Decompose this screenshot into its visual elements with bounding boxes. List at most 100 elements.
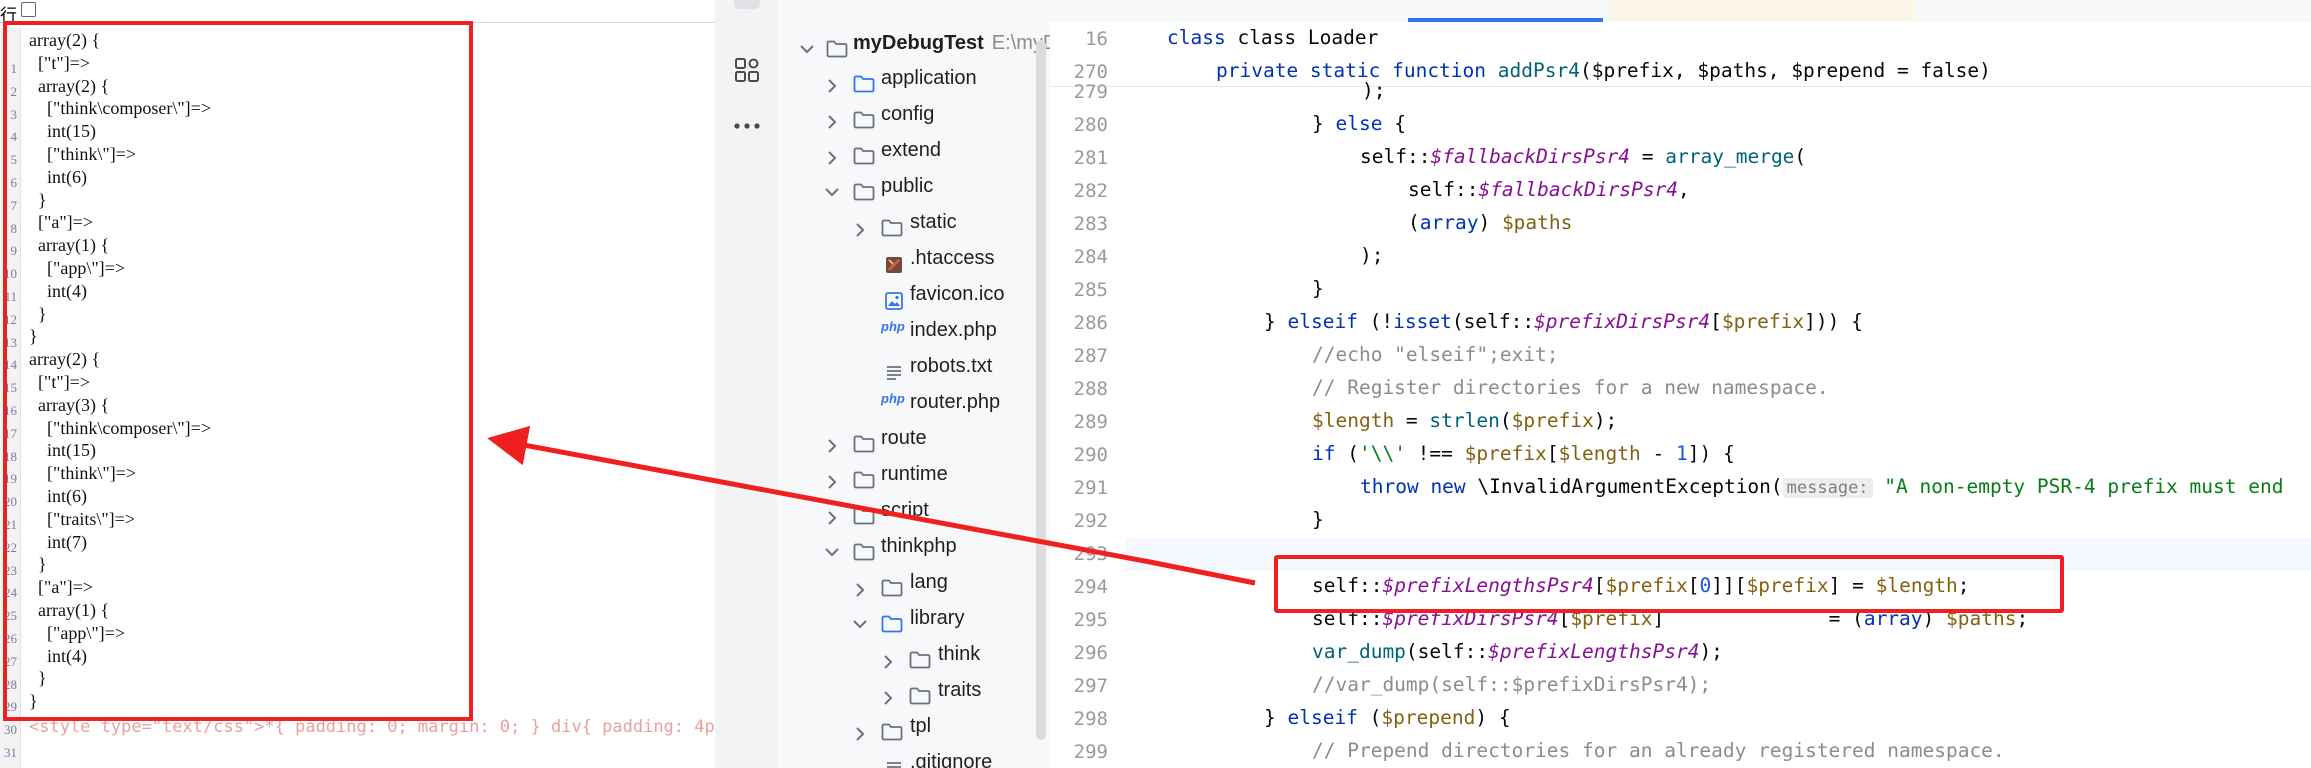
tree-item-script[interactable]: script <box>777 499 1050 533</box>
folder-icon <box>853 435 875 453</box>
source-folder-icon <box>853 75 875 93</box>
tree-label: router.php <box>910 391 1001 413</box>
chevron-right-icon[interactable] <box>882 690 894 706</box>
tree-item-tpl[interactable]: tpl <box>777 715 1050 749</box>
line-number: 292 <box>1073 510 1108 532</box>
tree-label: static <box>910 211 957 233</box>
line-number: 286 <box>1073 312 1108 334</box>
code-line: ); <box>1362 79 1386 102</box>
chevron-right-icon[interactable] <box>882 654 894 670</box>
tree-item-runtime[interactable]: runtime <box>777 463 1050 497</box>
tree-item-index-php[interactable]: php index.php <box>777 319 1050 353</box>
line-number: 284 <box>1073 246 1108 268</box>
tree-label: script <box>881 499 929 521</box>
chevron-right-icon[interactable] <box>826 150 838 166</box>
folder-icon <box>881 579 903 597</box>
more-tools-icon[interactable] <box>733 118 761 138</box>
folder-icon <box>826 40 848 58</box>
tree-label: traits <box>938 679 982 701</box>
tree-scrollbar[interactable] <box>1036 40 1046 740</box>
tree-item-public[interactable]: public <box>777 175 1050 209</box>
line-number: 290 <box>1073 444 1108 466</box>
code-line: } elseif (!isset(self::$prefixDirsPsr4[$… <box>1264 310 1863 333</box>
chevron-down-icon[interactable] <box>799 43 815 55</box>
tree-item-favicon[interactable]: favicon.ico <box>777 283 1050 317</box>
folder-icon <box>853 183 875 201</box>
tree-item-application[interactable]: application <box>777 67 1050 101</box>
tree-label: route <box>881 427 927 449</box>
project-tool-icon[interactable] <box>733 0 761 14</box>
chevron-right-icon[interactable] <box>854 582 866 598</box>
tree-item-robots-txt[interactable]: robots.txt <box>777 355 1050 389</box>
chevron-right-icon[interactable] <box>826 114 838 130</box>
code-line: } <box>1312 277 1324 300</box>
tree-label: .htaccess <box>910 247 995 269</box>
line-number: 296 <box>1073 642 1108 664</box>
output-line-number: 31 <box>4 745 17 760</box>
tree-label: tpl <box>910 715 932 737</box>
line-number: 280 <box>1073 114 1108 136</box>
sticky-line-function: private static function addPsr4($prefix,… <box>1216 59 1991 82</box>
line-number: 285 <box>1073 279 1108 301</box>
tree-item-extend[interactable]: extend <box>777 139 1050 173</box>
tree-item-htaccess[interactable]: .htaccess <box>777 247 1050 281</box>
chevron-down-icon[interactable] <box>852 618 868 630</box>
code-line: var_dump(self::$prefixLengthsPsr4); <box>1312 640 1723 663</box>
code-line: $length = strlen($prefix); <box>1312 409 1618 432</box>
output-highlight-box <box>3 21 473 721</box>
tree-label: public <box>881 175 934 197</box>
code-line: if ('\\' !== $prefix[$length - 1]) { <box>1312 442 1735 465</box>
active-tab-indicator <box>1408 18 1603 22</box>
image-file-icon <box>885 292 903 310</box>
editor-tab-partial[interactable] <box>1610 0 1915 20</box>
tree-item-think[interactable]: think <box>777 643 1050 677</box>
code-editor[interactable]: 16 class class Loader 270 private static… <box>1050 0 2311 768</box>
tree-item-traits[interactable]: traits <box>777 679 1050 713</box>
tree-item-static[interactable]: static <box>777 211 1050 245</box>
tree-label: extend <box>881 139 942 161</box>
tree-item-mydebugtest[interactable]: myDebugTestE:\myDe <box>777 32 1050 66</box>
code-line: } <box>1312 508 1324 531</box>
tree-item-route[interactable]: route <box>777 427 1050 461</box>
line-number: 279 <box>1073 81 1108 103</box>
tree-item-library[interactable]: library <box>777 607 1050 641</box>
structure-icon[interactable] <box>733 56 761 88</box>
folder-icon <box>853 147 875 165</box>
line-number: 270 <box>1073 61 1108 83</box>
line-number: 294 <box>1073 576 1108 598</box>
tree-label: think <box>938 643 981 665</box>
code-line: ); <box>1360 244 1384 267</box>
chevron-down-icon[interactable] <box>824 186 840 198</box>
tree-label: runtime <box>881 463 948 485</box>
tree-item-lang[interactable]: lang <box>777 571 1050 605</box>
tree-item-thinkphp[interactable]: thinkphp <box>777 535 1050 569</box>
editor-tab-strip <box>1050 0 2311 22</box>
chevron-right-icon[interactable] <box>826 78 838 94</box>
top-checkbox[interactable] <box>21 2 36 17</box>
chevron-right-icon[interactable] <box>826 438 838 454</box>
tree-item-router-php[interactable]: php router.php <box>777 391 1050 425</box>
code-line: self::$fallbackDirsPsr4 = array_merge( <box>1360 145 1807 168</box>
chevron-down-icon[interactable] <box>824 546 840 558</box>
tree-item-config[interactable]: config <box>777 103 1050 137</box>
chevron-right-icon[interactable] <box>826 510 838 526</box>
php-file-icon: php <box>881 391 905 406</box>
line-number: 289 <box>1073 411 1108 433</box>
tree-label: library <box>910 607 965 629</box>
tree-item-gitignore[interactable]: .gitignore <box>777 751 1050 768</box>
line-number: 297 <box>1073 675 1108 697</box>
folder-icon <box>881 723 903 741</box>
code-line: } else { <box>1312 112 1406 135</box>
chevron-right-icon[interactable] <box>826 474 838 490</box>
line-number: 293 <box>1073 543 1108 565</box>
line-number: 288 <box>1073 378 1108 400</box>
output-line-number: 30 <box>4 722 17 738</box>
ide-activity-bar <box>715 0 778 768</box>
chevron-right-icon[interactable] <box>854 726 866 742</box>
folder-icon <box>853 507 875 525</box>
tree-label: thinkphp <box>881 535 957 557</box>
chevron-right-icon[interactable] <box>854 222 866 238</box>
sticky-line-class: class class Loader <box>1167 26 1379 49</box>
code-line: // Prepend directories for an already re… <box>1312 739 2005 762</box>
line-number: 283 <box>1073 213 1108 235</box>
